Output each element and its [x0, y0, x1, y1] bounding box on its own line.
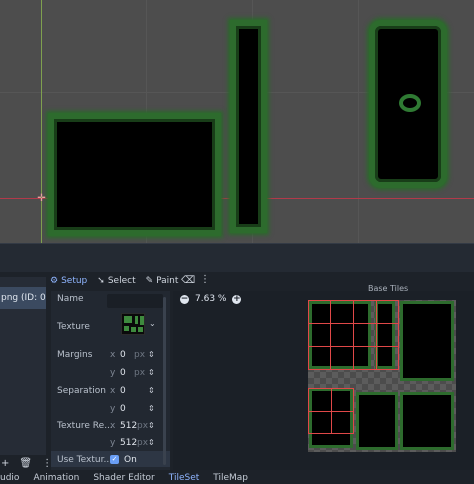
setup-label: Setup — [61, 276, 88, 286]
origin-marker-icon: ✛ — [37, 193, 46, 204]
pointer-icon: ➘ — [97, 276, 105, 286]
chevron-down-icon[interactable]: ⌄ — [149, 319, 156, 328]
separation-y-axis: y — [110, 404, 116, 414]
y-axis-line — [41, 0, 42, 243]
margin-y-axis: y — [110, 368, 116, 378]
tab-animation[interactable]: Animation — [33, 473, 79, 484]
base-tiles-label: Base Tiles — [368, 284, 409, 293]
use-texture-label: Use Textur... — [57, 455, 113, 465]
region-x-field[interactable]: 512 — [120, 421, 137, 431]
grid-line — [330, 300, 331, 370]
tile-hole — [399, 94, 421, 112]
wrench-icon: ⚙ — [50, 276, 59, 286]
tab-audio[interactable]: udio — [0, 473, 19, 484]
tab-shader-editor[interactable]: Shader Editor — [93, 473, 154, 484]
atlas-tile[interactable] — [400, 392, 454, 450]
margin-x-unit: px — [134, 350, 146, 360]
spin-arrows-icon[interactable]: ⇕ — [148, 368, 155, 377]
tile-block-large[interactable] — [48, 113, 221, 236]
margins-label: Margins — [57, 350, 93, 360]
separation-x-field[interactable]: 0 — [120, 386, 126, 396]
grid-line — [331, 388, 332, 434]
region-x-axis: x — [110, 421, 116, 431]
zoom-in-icon[interactable]: + — [232, 294, 242, 304]
grid-line — [358, 0, 359, 243]
tile-block-tall[interactable] — [230, 20, 267, 233]
setup-button[interactable]: ⚙ Setup — [50, 276, 87, 286]
zoom-out-icon[interactable]: − — [180, 294, 189, 304]
spin-arrows-icon[interactable]: ⇕ — [148, 386, 155, 395]
texture-region-label: Texture Re... — [57, 421, 113, 431]
grid-line — [353, 300, 354, 370]
name-label: Name — [57, 294, 84, 304]
eraser-icon[interactable]: ⌫ — [181, 275, 195, 286]
inspector-scrollbar[interactable] — [163, 297, 166, 465]
plus-icon[interactable]: + — [1, 458, 9, 469]
region-y-unit: px — [137, 438, 149, 448]
region-y-field[interactable]: 512 — [120, 438, 137, 448]
trash-icon[interactable]: 🗑 — [19, 458, 32, 469]
tab-tileset[interactable]: TileSet — [169, 473, 200, 484]
paint-button[interactable]: ✎ Paint — [146, 276, 179, 286]
region-x-unit: px — [137, 421, 149, 431]
atlas-inspector: Name Texture ⌄ Margins x 0 px ⇕ y 0 px ⇕… — [51, 291, 170, 470]
brush-icon: ✎ — [145, 276, 154, 286]
margin-y-field[interactable]: 0 — [120, 368, 126, 378]
canvas-viewport[interactable]: ✛ — [0, 0, 474, 243]
paint-label: Paint — [156, 276, 179, 286]
spin-arrows-icon[interactable]: ⇕ — [148, 404, 155, 413]
zoom-controls: − 7.63 % + — [180, 294, 242, 304]
use-texture-value: On — [124, 455, 137, 465]
spin-arrows-icon[interactable]: ⇕ — [148, 421, 155, 430]
separation-y-field[interactable]: 0 — [120, 404, 126, 414]
tileset-sources-list: png (ID: 0) — [0, 277, 46, 455]
separation-label: Separation — [57, 386, 106, 396]
kebab-menu-icon[interactable]: ⋮ — [200, 274, 210, 285]
spin-arrows-icon[interactable]: ⇕ — [148, 438, 155, 447]
atlas-texture[interactable] — [308, 300, 456, 452]
name-field[interactable] — [107, 294, 163, 308]
margin-y-unit: px — [134, 368, 146, 378]
atlas-tile[interactable] — [356, 392, 398, 450]
panel-header — [0, 244, 474, 272]
select-button[interactable]: ➘ Select — [97, 276, 135, 286]
tab-tilemap[interactable]: TileMap — [213, 473, 248, 484]
separation-x-axis: x — [110, 386, 116, 396]
texture-label: Texture — [57, 322, 90, 332]
bottom-tabs: udio Animation Shader Editor TileSet Til… — [0, 473, 474, 484]
margin-x-field[interactable]: 0 — [120, 350, 126, 360]
tileset-toolbar: ⚙ Setup ➘ Select ✎ Paint — [50, 273, 178, 289]
zoom-level: 7.63 % — [195, 294, 227, 304]
margin-x-axis: x — [110, 350, 116, 360]
atlas-tile[interactable] — [400, 301, 454, 381]
sources-actions: + 🗑 ⋮ — [0, 457, 52, 469]
grid-line — [376, 300, 377, 370]
region-y-axis: y — [110, 438, 116, 448]
texture-thumbnail[interactable] — [121, 313, 145, 335]
spin-arrows-icon[interactable]: ⇕ — [148, 350, 155, 359]
source-item[interactable]: png (ID: 0) — [0, 287, 46, 309]
select-label: Select — [107, 276, 136, 286]
use-texture-checkbox[interactable]: ✓ — [110, 455, 119, 464]
editor-root: { "toolbar": { "setup_label": "Setup", "… — [0, 0, 474, 484]
